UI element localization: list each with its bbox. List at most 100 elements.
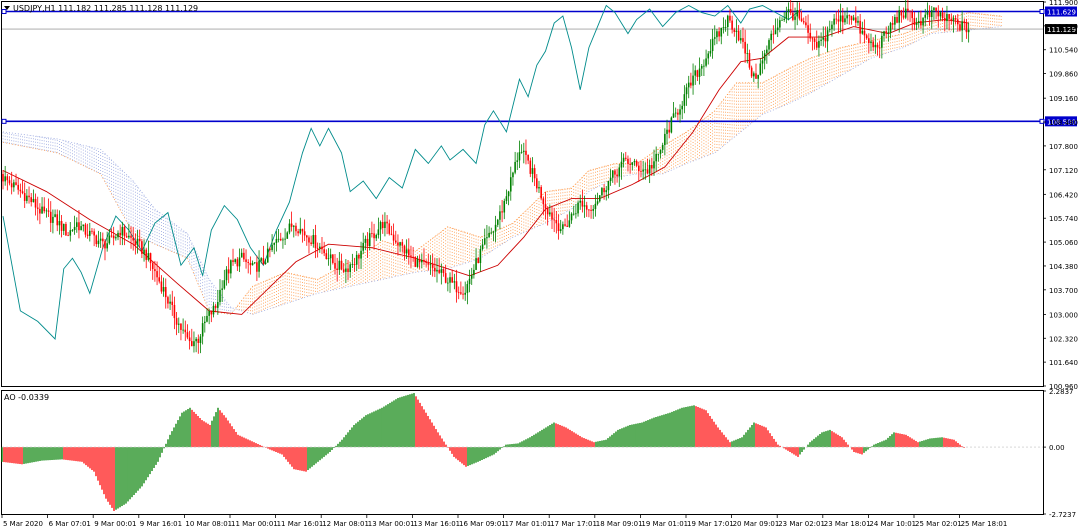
candle-bull: [349, 264, 351, 273]
candle-bull: [759, 63, 762, 75]
candle-bear: [614, 170, 616, 175]
candle-bear: [49, 211, 52, 223]
candle-bear: [188, 337, 191, 342]
candle-bear: [119, 232, 121, 236]
candle-bull: [518, 152, 521, 161]
candle-bull: [499, 211, 501, 220]
candle-bear: [805, 22, 807, 26]
candle-bull: [713, 37, 716, 39]
candle-bull: [952, 18, 955, 21]
candle-bull: [568, 220, 571, 227]
candle-bear: [390, 233, 393, 235]
candle-bear: [525, 150, 527, 155]
candle-bull: [13, 182, 15, 188]
candle-bull: [692, 75, 694, 86]
candle-bull: [52, 216, 54, 223]
candle-bull: [199, 336, 202, 343]
candle-bear: [616, 174, 618, 177]
candle-bull: [449, 277, 451, 283]
candle-bull: [705, 58, 707, 66]
candle-bear: [30, 197, 33, 203]
candle-bear: [36, 207, 39, 209]
candle-bear: [800, 18, 803, 22]
candle-bear: [145, 249, 148, 260]
candle-bull: [839, 15, 842, 22]
candle-bear: [91, 230, 93, 232]
candle-bear: [39, 208, 41, 214]
candle-bull: [238, 257, 241, 267]
candle-bear: [232, 260, 234, 263]
candle-bear: [243, 252, 245, 260]
candle-bull: [223, 280, 226, 289]
candle-bull: [883, 31, 885, 36]
candle-bear: [798, 10, 801, 19]
candle-bull: [436, 269, 438, 272]
candle-bear: [477, 258, 480, 264]
candle-bull: [58, 221, 61, 226]
candle-bear: [93, 231, 95, 236]
candle-bull: [253, 262, 256, 264]
candle-bull: [594, 203, 597, 210]
candle-bull: [26, 195, 28, 201]
candle-bear: [316, 248, 319, 249]
candle-bull: [670, 117, 673, 133]
candle-bear: [427, 263, 430, 265]
candle-bear: [438, 269, 440, 273]
candle-bull: [219, 289, 221, 303]
candle-bull: [512, 172, 514, 178]
candle-bear: [245, 259, 247, 262]
candle-bear: [581, 200, 584, 207]
time-tick-label: 23 Mar 02:01: [778, 520, 825, 528]
candle-bull: [661, 145, 664, 150]
candle-bear: [635, 160, 638, 166]
candle-bear: [334, 262, 336, 269]
candle-bear: [190, 341, 193, 347]
candle-bear: [173, 304, 176, 319]
candle-bull: [768, 40, 770, 50]
candle-bear: [151, 263, 154, 270]
candle-bear: [943, 18, 946, 22]
candle-bear: [401, 242, 404, 246]
candle-bear: [47, 210, 50, 212]
time-tick-label: 6 Mar 07:01: [49, 520, 91, 528]
candle-bull: [299, 228, 302, 234]
candle-bear: [891, 23, 894, 25]
candle-bull: [399, 242, 401, 246]
candle-bear: [935, 7, 937, 12]
candle-bear: [414, 256, 417, 267]
candle-bear: [17, 184, 19, 190]
time-tick-label: 12 Mar 08:01: [322, 520, 369, 528]
candle-bear: [455, 281, 458, 293]
candle-bear: [690, 82, 692, 86]
chart-area[interactable]: 111.629108.500111.129 111.900111.220110.…: [0, 0, 1080, 532]
candle-bear: [668, 129, 670, 133]
candle-bear: [913, 18, 916, 25]
candle-bear: [110, 235, 113, 237]
candle-bull: [917, 20, 920, 23]
candle-bull: [99, 238, 102, 241]
candle-bear: [551, 212, 553, 220]
ao-tick-label: 0.00: [1049, 444, 1065, 452]
candle-bear: [957, 19, 959, 25]
candle-bull: [833, 18, 835, 25]
candle-bull: [531, 168, 534, 174]
candle-bear: [386, 221, 388, 224]
candle-bull: [475, 258, 477, 270]
candle-bear: [262, 258, 265, 264]
candle-bear: [553, 219, 555, 221]
time-tick-label: 11 Mar 16:01: [277, 520, 324, 528]
candle-bear: [314, 235, 317, 249]
candle-bear: [501, 211, 503, 213]
candle-bear: [809, 32, 812, 39]
candle-bull: [362, 242, 365, 251]
candle-bear: [902, 15, 905, 18]
candle-bear: [585, 205, 588, 210]
candle-bear: [878, 47, 881, 49]
candle-bear: [863, 30, 866, 36]
candle-bear: [310, 242, 312, 244]
candle-bull: [447, 282, 449, 284]
candle-bull: [106, 243, 108, 249]
ao-tick-label: -2.7237: [1049, 511, 1076, 519]
candle-bear: [744, 41, 746, 54]
candle-bull: [655, 153, 657, 162]
